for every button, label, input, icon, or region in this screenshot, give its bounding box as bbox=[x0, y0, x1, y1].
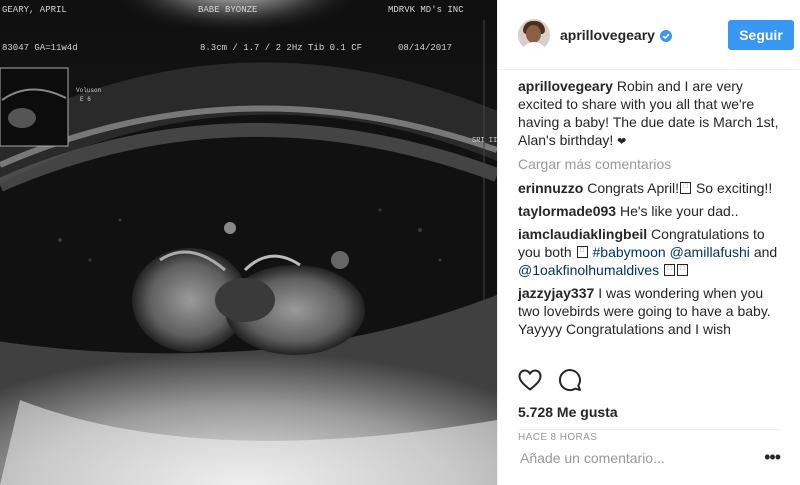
instagram-post: GEARY, APRIL 83047 GA=11w4d BABE BYONZE … bbox=[0, 0, 800, 485]
overlay-id-ga: 83047 GA=11w4d bbox=[2, 43, 78, 53]
overlay-side-sub: E 6 bbox=[80, 96, 91, 103]
profile-avatar[interactable] bbox=[518, 18, 550, 51]
heart-emoji-icon: ❤ bbox=[617, 136, 627, 148]
caption-username[interactable]: aprillovegeary bbox=[518, 78, 613, 94]
overlay-clinic: MDRVK MD's INC bbox=[388, 5, 464, 15]
ultrasound-image: GEARY, APRIL 83047 GA=11w4d BABE BYONZE … bbox=[0, 0, 497, 485]
post-header: aprillovegeary Seguir bbox=[498, 0, 800, 70]
overlay-center: BABE BYONZE bbox=[198, 5, 257, 15]
post-photo[interactable]: GEARY, APRIL 83047 GA=11w4d BABE BYONZE … bbox=[0, 0, 497, 485]
avatar-face bbox=[526, 24, 541, 43]
comment-username[interactable]: taylormade093 bbox=[518, 203, 616, 219]
comment-username[interactable]: jazzyjay337 bbox=[518, 285, 594, 301]
comment-username[interactable]: iamclaudiaklingbeil bbox=[518, 226, 647, 242]
comment-item: erinnuzzo Congrats April! ⬚ So exciting!! bbox=[518, 179, 780, 197]
add-comment-bar: ••• bbox=[518, 429, 781, 485]
likes-count[interactable]: 5.728 Me gusta bbox=[518, 404, 800, 420]
load-more-comments-link[interactable]: Cargar más comentarios bbox=[518, 156, 783, 172]
comment-text: and bbox=[753, 244, 778, 260]
overlay-date: 08/14/2017 bbox=[398, 43, 452, 53]
comment-item: taylormade093 He's like your dad.. bbox=[518, 202, 780, 220]
comment-item: jazzyjay337 I was wondering when you two… bbox=[518, 284, 780, 338]
comment-text: So exciting!! bbox=[695, 180, 773, 196]
overlay-patient: GEARY, APRIL bbox=[2, 5, 67, 15]
emoji-placeholder-icon: ⬚ bbox=[663, 264, 675, 276]
mention-link[interactable]: @1oakfinolhumaldives bbox=[518, 262, 659, 278]
caption: aprillovegeary Robin and I are very exci… bbox=[518, 77, 780, 151]
follow-button[interactable]: Seguir bbox=[728, 20, 794, 50]
emoji-placeholder-icon: ⬚ bbox=[576, 246, 588, 258]
mention-link[interactable]: @amillafushi bbox=[670, 244, 750, 260]
comments-list[interactable]: aprillovegeary Robin and I are very exci… bbox=[498, 70, 783, 360]
comment-item: iamclaudiaklingbeil Congratulations to y… bbox=[518, 225, 780, 279]
comment-text: Congrats April! bbox=[587, 180, 680, 196]
hashtag-link[interactable]: #babymoon bbox=[593, 244, 666, 260]
overlay-side-label: Voluson bbox=[76, 87, 102, 94]
overlay-sri: SRI II bbox=[472, 137, 497, 145]
comment-username[interactable]: erinnuzzo bbox=[518, 180, 583, 196]
overlay-params: 8.3cm / 1.7 / 2 2Hz Tib 0.1 CF bbox=[200, 43, 362, 53]
ellipsis-icon[interactable]: ••• bbox=[764, 447, 781, 468]
comment-text: He's like your dad.. bbox=[619, 203, 739, 219]
heart-icon[interactable] bbox=[518, 368, 542, 396]
comment-bubble-icon[interactable] bbox=[558, 368, 582, 397]
emoji-placeholder-icon: ⬚ bbox=[676, 264, 688, 276]
add-comment-input[interactable] bbox=[518, 448, 762, 467]
emoji-placeholder-icon: ⬚ bbox=[680, 182, 692, 194]
avatar-shirt bbox=[521, 41, 547, 51]
post-side-panel: aprillovegeary Seguir aprillovegeary Rob… bbox=[497, 0, 800, 485]
action-icons bbox=[518, 362, 800, 402]
verified-badge-icon bbox=[659, 29, 672, 42]
header-username[interactable]: aprillovegeary bbox=[560, 27, 655, 43]
